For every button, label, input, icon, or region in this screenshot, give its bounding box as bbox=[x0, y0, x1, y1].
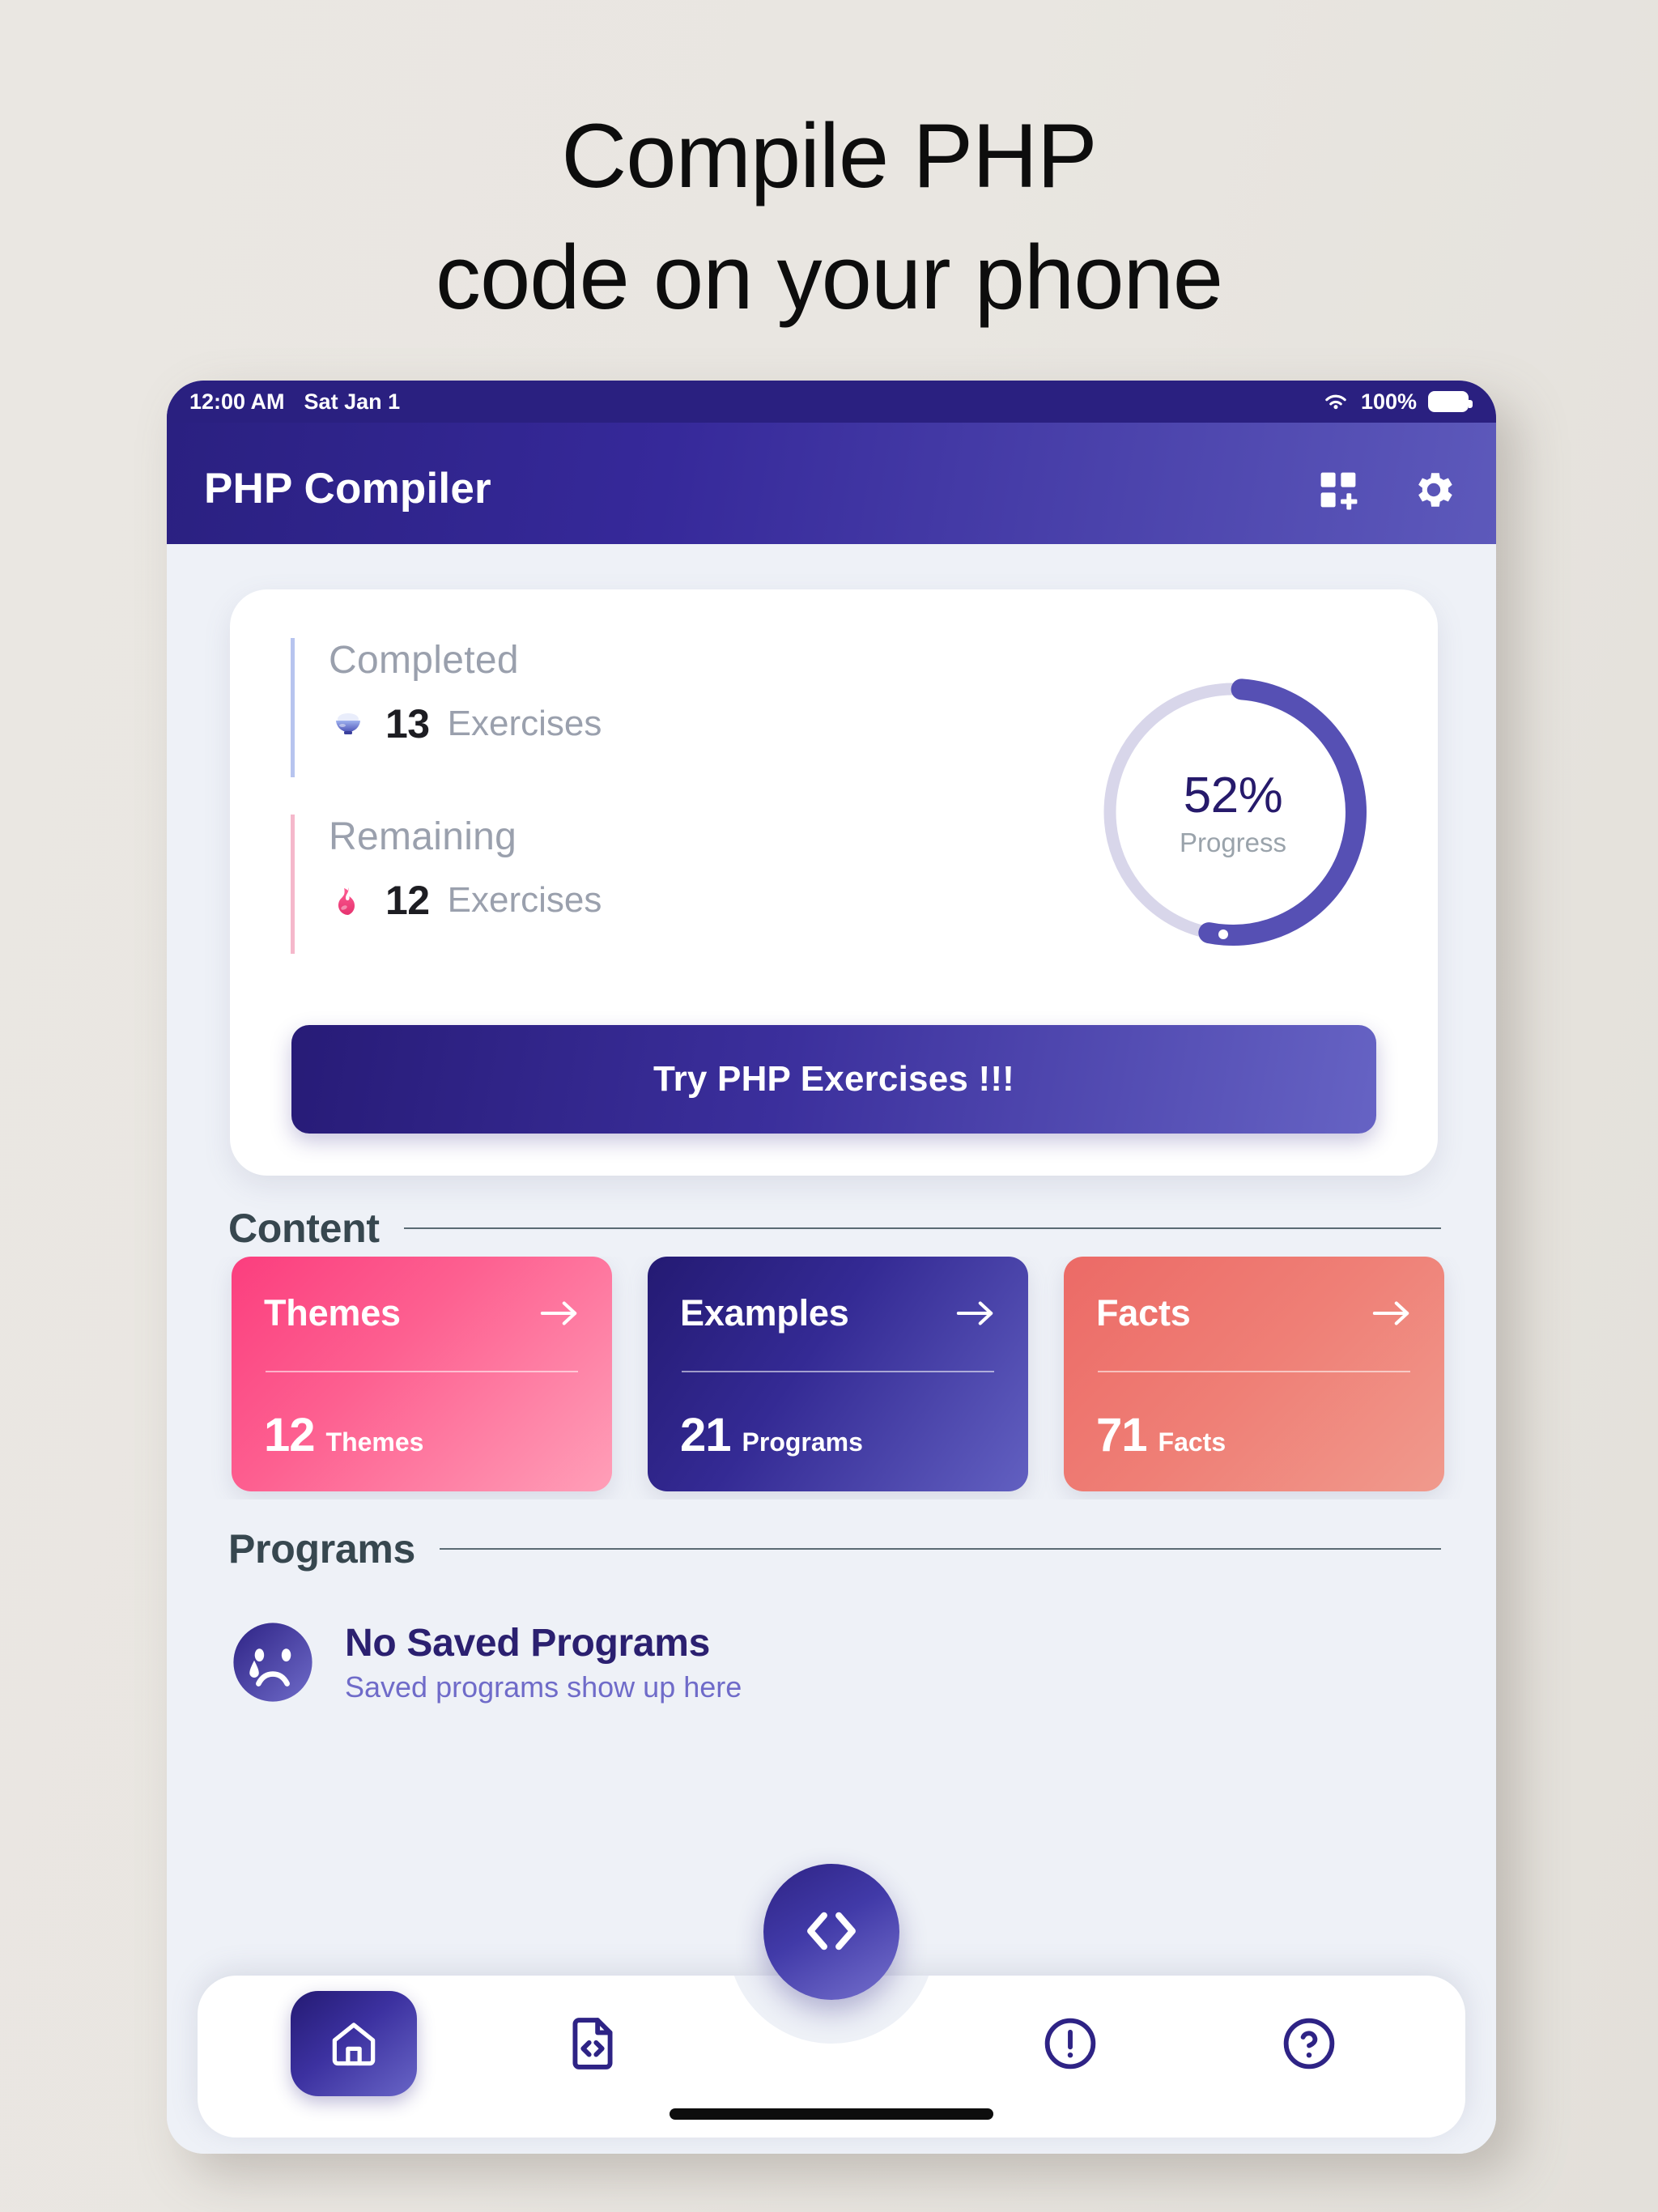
try-exercises-button[interactable]: Try PHP Exercises !!! bbox=[291, 1025, 1376, 1134]
battery-full-icon bbox=[1428, 391, 1473, 412]
progress-card: Completed 13 Exercises Remaining 12 Exer… bbox=[230, 589, 1438, 1176]
content-card-themes[interactable]: Themes 12 Themes bbox=[232, 1257, 612, 1491]
content-card-strip[interactable]: Themes 12 Themes Examples 21 Programs Fa… bbox=[167, 1257, 1496, 1499]
section-divider bbox=[440, 1548, 1441, 1550]
content-card-themes-unit: Themes bbox=[325, 1427, 424, 1457]
content-card-examples[interactable]: Examples 21 Programs bbox=[648, 1257, 1028, 1491]
home-icon bbox=[327, 2017, 380, 2070]
programs-empty-state: No Saved Programs Saved programs show up… bbox=[230, 1619, 742, 1705]
content-card-examples-count: 21 bbox=[680, 1409, 732, 1461]
programs-section-title: Programs bbox=[228, 1526, 416, 1572]
progress-percent: 52% bbox=[1183, 767, 1283, 823]
code-brackets-icon bbox=[797, 1897, 865, 1967]
question-circle-icon bbox=[1279, 2014, 1339, 2074]
status-bar-battery-percent: 100% bbox=[1360, 389, 1417, 414]
content-card-divider bbox=[1098, 1370, 1410, 1372]
content-card-facts-unit: Facts bbox=[1158, 1427, 1226, 1457]
stat-remaining: Remaining 12 Exercises bbox=[291, 815, 602, 954]
gear-icon[interactable] bbox=[1410, 466, 1457, 513]
promo-headline: Compile PHP code on your phone bbox=[0, 96, 1658, 338]
content-card-divider bbox=[682, 1370, 994, 1372]
stat-completed: Completed 13 Exercises bbox=[291, 638, 602, 777]
programs-empty-title: No Saved Programs bbox=[345, 1621, 711, 1665]
content-card-facts-count: 71 bbox=[1096, 1409, 1148, 1461]
home-indicator bbox=[670, 2108, 993, 2120]
content-card-themes-title: Themes bbox=[264, 1292, 401, 1334]
content-card-themes-count: 12 bbox=[264, 1409, 316, 1461]
stat-completed-label: Completed bbox=[329, 639, 519, 682]
progress-ring: 52% Progress bbox=[1091, 670, 1375, 954]
crying-face-icon bbox=[230, 1619, 316, 1705]
add-widget-icon[interactable] bbox=[1316, 468, 1360, 512]
stat-remaining-label: Remaining bbox=[329, 815, 517, 858]
section-divider bbox=[403, 1227, 1441, 1229]
content-section-title: Content bbox=[228, 1206, 380, 1251]
programs-section-header: Programs bbox=[228, 1525, 1441, 1572]
bottom-navigation-bar bbox=[198, 1976, 1465, 2138]
rice-bowl-icon bbox=[329, 704, 368, 743]
progress-caption: Progress bbox=[1179, 827, 1287, 857]
exclamation-circle-icon bbox=[1040, 2014, 1100, 2074]
nav-item-files[interactable] bbox=[474, 2014, 712, 2074]
stat-completed-unit: Exercises bbox=[447, 704, 602, 743]
programs-empty-subtitle: Saved programs show up here bbox=[345, 1670, 742, 1704]
promo-headline-line-2: code on your phone bbox=[435, 227, 1223, 329]
stat-remaining-unit: Exercises bbox=[447, 880, 602, 920]
promo-headline-line-1: Compile PHP bbox=[561, 105, 1097, 206]
content-card-examples-title: Examples bbox=[680, 1292, 849, 1334]
content-section-header: Content bbox=[228, 1205, 1441, 1252]
content-card-divider bbox=[266, 1370, 578, 1372]
status-bar-date: Sat Jan 1 bbox=[304, 389, 401, 414]
arrow-right-icon bbox=[955, 1299, 996, 1328]
status-bar: 12:00 AM Sat Jan 1 100% bbox=[167, 381, 1496, 423]
content-card-examples-unit: Programs bbox=[742, 1427, 863, 1457]
arrow-right-icon bbox=[1371, 1299, 1412, 1328]
content-card-facts-title: Facts bbox=[1096, 1292, 1191, 1334]
file-code-icon bbox=[563, 2014, 623, 2074]
arrow-right-icon bbox=[539, 1299, 580, 1328]
nav-item-help[interactable] bbox=[1189, 2014, 1428, 2074]
nav-item-home[interactable] bbox=[235, 1991, 474, 2096]
code-editor-fab[interactable] bbox=[763, 1864, 899, 2000]
wifi-icon bbox=[1322, 391, 1350, 412]
flame-icon bbox=[329, 881, 368, 920]
stat-remaining-count: 12 bbox=[385, 878, 430, 923]
app-title: PHP Compiler bbox=[204, 465, 491, 513]
phone-mockup: 12:00 AM Sat Jan 1 100% PHP Compiler Com… bbox=[167, 381, 1496, 2154]
stat-completed-count: 13 bbox=[385, 701, 430, 747]
nav-item-about[interactable] bbox=[950, 2014, 1189, 2074]
status-bar-time: 12:00 AM bbox=[189, 389, 285, 414]
content-card-facts[interactable]: Facts 71 Facts bbox=[1064, 1257, 1444, 1491]
